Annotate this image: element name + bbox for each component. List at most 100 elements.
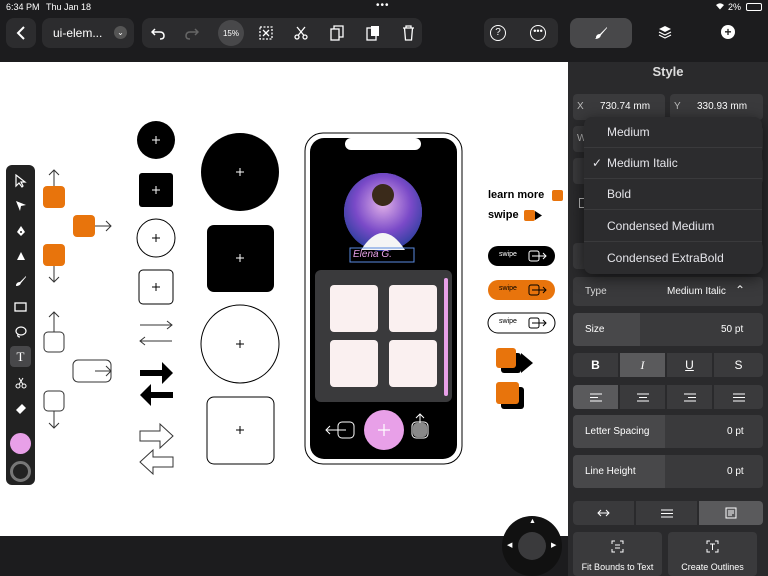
help-icon[interactable]: ? [490, 25, 506, 41]
joystick-knob[interactable] [518, 532, 546, 560]
panel-title: Style [652, 64, 684, 79]
alignment-row [573, 384, 763, 410]
create-outlines-icon [706, 540, 719, 553]
align-center-button[interactable] [620, 385, 665, 409]
select-tool[interactable] [10, 170, 31, 191]
paste-icon[interactable] [366, 25, 380, 41]
arrow-cursor-icon [14, 173, 27, 188]
dropdown-item[interactable]: Condensed Medium [584, 211, 762, 242]
status-bar: 6:34 PM Thu Jan 18 ••• 2% [0, 0, 768, 14]
direct-select-icon [15, 200, 26, 211]
learn-more-link[interactable]: learn more [488, 189, 544, 201]
help-more-group: ? ••• [484, 18, 558, 48]
direct-select-tool[interactable] [10, 195, 31, 216]
wifi-icon [715, 2, 725, 10]
type-value: Medium Italic [667, 286, 726, 297]
shape-tool[interactable] [10, 296, 31, 317]
fixed-size-button[interactable] [699, 501, 763, 525]
canvas-artwork [43, 121, 563, 476]
copy-icon[interactable] [330, 25, 344, 41]
top-toolbar: ui-elem... ⌄ 15% ? ••• + [0, 14, 768, 62]
dropdown-item[interactable]: Condensed ExtraBold [584, 242, 762, 273]
battery-icon [746, 3, 762, 11]
align-center-icon [636, 393, 649, 401]
text-box-mode-row [573, 500, 763, 526]
align-left-icon [589, 393, 602, 401]
justify-button[interactable] [714, 385, 763, 409]
brush-tool[interactable] [10, 270, 31, 291]
text-box-icon [725, 507, 737, 519]
multitask-dots-icon[interactable]: ••• [376, 0, 390, 11]
nudge-left-icon: ◀ [507, 542, 513, 549]
checkmark-icon: ✓ [592, 156, 603, 170]
horizontal-arrows-icon [597, 509, 610, 517]
auto-width-button[interactable] [573, 501, 634, 525]
more-icon[interactable]: ••• [530, 25, 546, 41]
undo-icon[interactable] [151, 26, 165, 40]
letter-spacing-row[interactable]: Letter Spacing 0 pt [573, 415, 763, 448]
zoom-level: 15% [222, 28, 239, 38]
create-outlines-button[interactable]: Create Outlines [668, 532, 757, 576]
type-row[interactable]: Type Medium Italic ⌃ [573, 277, 763, 306]
nudge-up-icon: ▲ [529, 518, 536, 525]
chevron-down-icon: ⌄ [114, 26, 127, 39]
font-weight-dropdown: Medium ✓ Medium Italic Bold Condensed Me… [584, 117, 762, 274]
rectangle-icon [14, 301, 27, 312]
x-label: X [577, 101, 584, 112]
status-time: 6:34 PM [6, 2, 40, 12]
swipe-pill-dark[interactable]: swipe [499, 251, 517, 258]
status-date: Thu Jan 18 [46, 2, 92, 12]
document-title: ui-elem... [53, 26, 103, 40]
layers-icon[interactable] [658, 25, 672, 39]
line-height-row[interactable]: Line Height 0 pt [573, 455, 763, 488]
zoom-indicator[interactable]: 15% [218, 20, 244, 46]
dropdown-item[interactable]: Medium [584, 117, 762, 148]
node-tool[interactable] [10, 245, 31, 266]
strikethrough-button[interactable]: S [714, 353, 763, 377]
swipe-pill-outline[interactable]: swipe [499, 318, 517, 325]
redo-icon[interactable] [185, 26, 199, 40]
profile-name-text[interactable]: Elena G. [353, 249, 392, 260]
trash-icon[interactable] [402, 25, 415, 41]
align-right-button[interactable] [667, 385, 712, 409]
chevron-left-icon [16, 26, 25, 40]
align-left-button[interactable] [573, 385, 618, 409]
y-value: 330.93 mm [697, 101, 748, 112]
fit-bounds-label: Fit Bounds to Text [581, 562, 654, 572]
edit-tools-group: 15% [142, 18, 422, 48]
lines-icon [660, 509, 673, 517]
stroke-color-swatch[interactable] [10, 461, 31, 482]
fill-color-swatch[interactable] [10, 433, 31, 454]
underline-button[interactable]: U [667, 353, 712, 377]
swipe-pill-orange[interactable]: swipe [499, 285, 517, 292]
align-right-icon [683, 393, 696, 401]
bold-button[interactable]: B [573, 353, 618, 377]
swipe-link[interactable]: swipe [488, 209, 519, 221]
scissors-icon[interactable] [294, 26, 308, 40]
text-style-row: B I U S [573, 352, 763, 378]
lasso-icon [14, 325, 27, 338]
eraser-tool[interactable] [10, 398, 31, 419]
lasso-tool[interactable] [10, 321, 31, 342]
italic-button[interactable]: I [620, 353, 665, 377]
size-row[interactable]: Size 50 pt [573, 313, 763, 346]
add-icon[interactable]: + [721, 25, 735, 39]
artboard-canvas[interactable]: learn more swipe swipe swipe swipe Elena… [0, 62, 568, 536]
x-value: 730.74 mm [600, 101, 651, 112]
pen-tool[interactable] [10, 220, 31, 241]
document-title-button[interactable]: ui-elem... ⌄ [42, 18, 134, 48]
scissors-tool[interactable] [10, 372, 31, 393]
nudge-joystick[interactable]: ▲ ◀ ▶ [502, 516, 562, 576]
letter-spacing-value: 0 pt [727, 426, 744, 437]
create-outlines-label: Create Outlines [681, 562, 744, 572]
back-button[interactable] [6, 18, 36, 48]
nudge-right-icon: ▶ [551, 542, 557, 549]
auto-height-button[interactable] [636, 501, 697, 525]
dropdown-item-selected[interactable]: ✓ Medium Italic [584, 148, 762, 179]
deselect-icon[interactable] [259, 26, 273, 40]
fit-bounds-button[interactable]: Fit Bounds to Text [573, 532, 662, 576]
dropdown-item[interactable]: Bold [584, 179, 762, 210]
pen-icon [16, 225, 25, 236]
style-tab[interactable] [570, 18, 632, 48]
text-tool[interactable]: T [10, 346, 31, 367]
